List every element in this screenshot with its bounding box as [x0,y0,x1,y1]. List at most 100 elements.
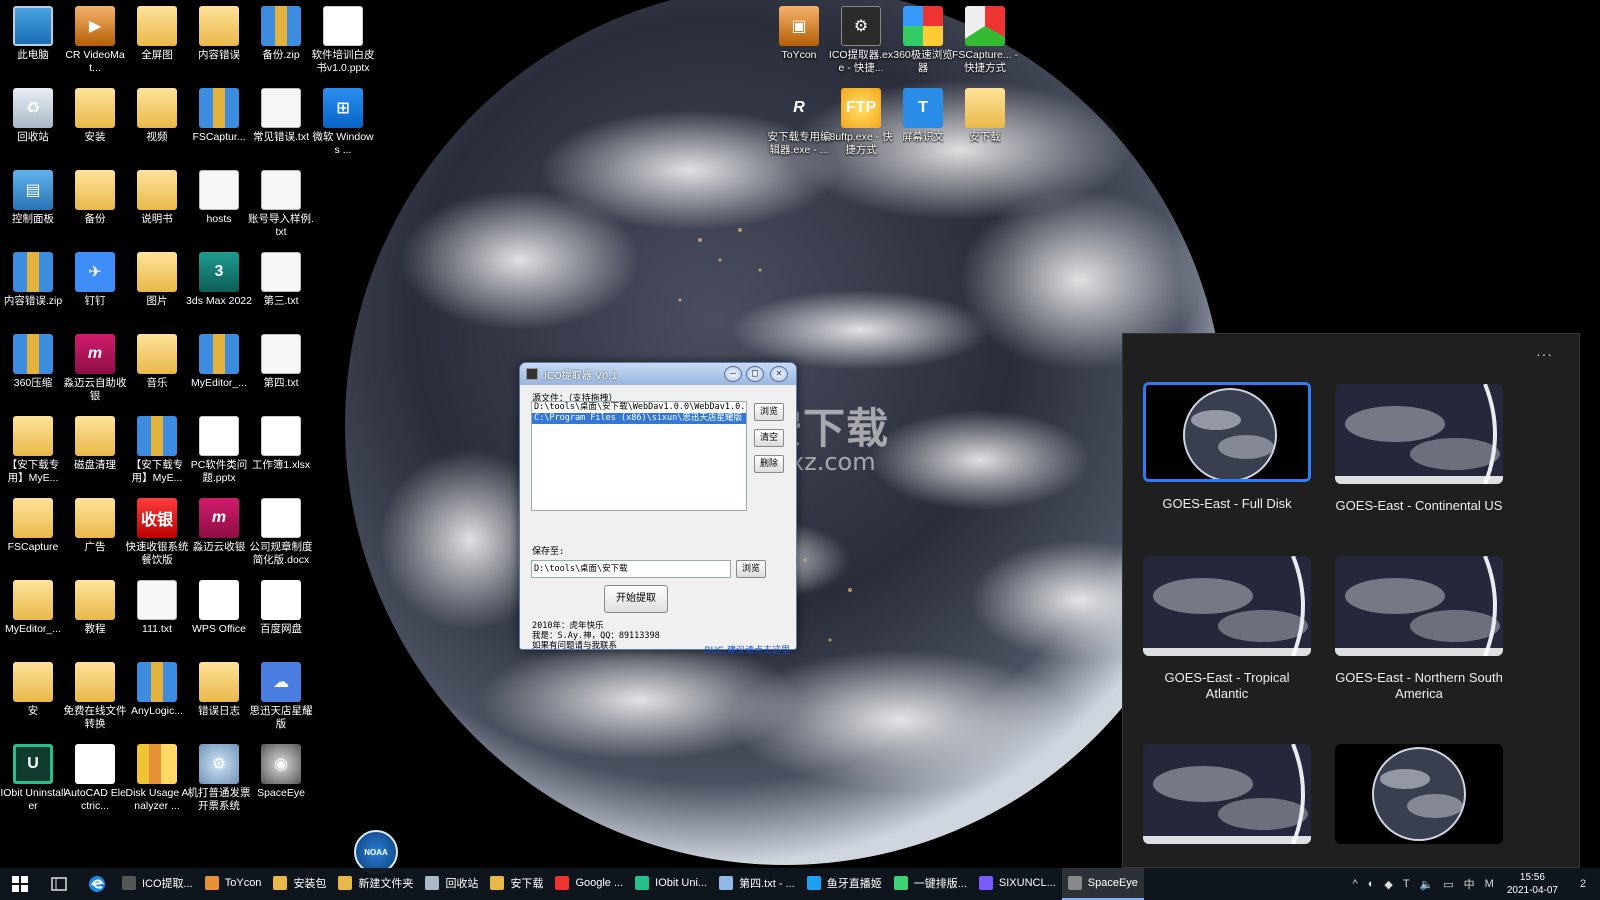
minimize-button[interactable]: – [724,366,742,382]
desktop-icon[interactable]: 常见错误.txt [248,88,314,144]
maximize-button[interactable]: □ [746,366,764,382]
desktop-icon[interactable]: P 软件培训白皮书v1.0.pptx [310,6,376,75]
desktop-icon[interactable]: ♻ 回收站 [0,88,66,144]
more-options-icon[interactable]: ··· [1536,346,1553,362]
desktop-icon[interactable]: FSCaptur... [186,88,252,144]
desktop-icon[interactable]: 收银 快速收银系统餐饮版 [124,498,190,567]
browse-save-button[interactable]: 浏览 [736,560,766,578]
desktop-icon[interactable]: W WPS Office [186,580,252,636]
desktop-icon[interactable]: m 淼迈云收银 [186,498,252,554]
taskbar-app-button[interactable]: 鱼牙直播姬 [801,868,888,900]
notification-center-icon[interactable]: 2 [1566,868,1600,900]
taskbar-app-button[interactable]: ToYcon [199,868,268,900]
desktop-icon[interactable]: 账号导入样例.txt [248,170,314,239]
imagery-option-tile[interactable]: GOES-East - Continental US [1335,384,1503,514]
tray-icon[interactable]: M [1485,878,1494,890]
taskbar-app-button[interactable]: 安装包 [267,868,332,900]
desktop-icon[interactable]: 3 3ds Max 2022 [186,252,252,308]
close-button[interactable]: ✕ [770,366,788,382]
tray-icon[interactable]: 中 [1464,876,1475,892]
desktop-icon[interactable]: hosts [186,170,252,226]
desktop-icon[interactable]: ⊞ 微软 Windows ... [310,88,376,157]
desktop-icon[interactable]: m 淼迈云自助收银 [62,334,128,403]
desktop-icon[interactable]: 第四.txt [248,334,314,390]
desktop-icon[interactable]: MyEditor_... [0,580,66,636]
imagery-option-tile[interactable]: GOES-East - Tropical Atlantic [1143,556,1311,702]
source-file-item[interactable]: D:\tools\桌面\安下载\WebDav1.0.0\WebDav1.0.0 [532,402,746,413]
taskbar-app-button[interactable]: 回收站 [419,868,484,900]
desktop-icon[interactable]: P PC软件类问题.pptx [186,416,252,485]
tray-icon[interactable]: ▭ [1443,878,1453,891]
tray-icon[interactable]: ◐ [1368,878,1375,890]
desktop-icon[interactable]: ✈ 钉钉 [62,252,128,308]
desktop-icon[interactable]: 111.txt [124,580,190,636]
start-extract-button[interactable]: 开始提取 [604,585,668,613]
desktop-icon[interactable]: T 屏幕识文 [890,88,956,144]
desktop-icon[interactable]: 磁盘清理 [62,416,128,472]
desktop-icon[interactable]: 视频 [124,88,190,144]
desktop-icon[interactable]: 此电脑 [0,6,66,62]
taskbar-app-button[interactable]: 一键排版... [888,868,973,900]
taskbar-app-button[interactable]: 新建文件夹 [332,868,419,900]
desktop-icon[interactable]: Disk Usage Analyzer ... [124,744,190,813]
desktop-icon[interactable]: FTP 8uftp.exe - 快捷方式 [828,88,894,157]
save-path-input[interactable]: D:\tools\桌面\安下载 [531,560,731,578]
imagery-option-tile[interactable] [1143,744,1311,858]
desktop-icon[interactable]: 备份 [62,170,128,226]
desktop-icon[interactable]: 全屏图 [124,6,190,62]
desktop-icon[interactable]: 【安下载专用】MyE... [124,416,190,485]
desktop-icon[interactable]: ◉ SpaceEye [248,744,314,800]
desktop-icon[interactable]: FSCapture... - 快捷方式 [952,6,1018,75]
desktop-icon[interactable]: S 工作簿1.xlsx [248,416,314,472]
desktop-icon[interactable]: ▣ ToYcon [766,6,832,62]
desktop-icon[interactable]: ☁ 思迅天店星耀版 [248,662,314,731]
desktop-icon[interactable]: 安 [0,662,66,718]
delete-button[interactable]: 删除 [754,455,784,473]
start-button[interactable] [0,868,40,900]
desktop-icon[interactable]: 第三.txt [248,252,314,308]
imagery-option-tile[interactable] [1335,744,1503,858]
desktop-icon[interactable]: ∞ 百度网盘 [248,580,314,636]
desktop-icon[interactable]: 免费在线文件转换 [62,662,128,731]
desktop-icon[interactable]: U IObit Uninstaller [0,744,66,813]
desktop-icon[interactable]: W 公司规章制度简化版.docx [248,498,314,567]
tray-icon[interactable]: T [1403,878,1410,890]
clear-button[interactable]: 清空 [754,429,784,447]
desktop-icon[interactable]: 广告 [62,498,128,554]
desktop-icon[interactable]: ▤ 控制面板 [0,170,66,226]
desktop-icon[interactable]: 安下载 [952,88,1018,144]
desktop-icon[interactable]: 教程 [62,580,128,636]
source-file-item-selected[interactable]: C:\Program Files (x86)\sixun\思迅天店星耀版 [532,413,746,424]
tray-icon[interactable]: 🔈 [1420,878,1434,891]
desktop-icon[interactable]: 错误日志 [186,662,252,718]
desktop-icon[interactable]: 【安下载专用】MyE... [0,416,66,485]
desktop-icon[interactable]: ▶ CR VideoMat... [62,6,128,75]
taskbar-app-button[interactable]: Google ... [549,868,629,900]
desktop-icon[interactable]: 安装 [62,88,128,144]
taskbar-app-button[interactable]: 第四.txt - ... [713,868,801,900]
desktop-icon[interactable]: MyEditor_... [186,334,252,390]
clock[interactable]: 15:56 2021-04-07 [1507,871,1558,897]
tray-icon[interactable]: ◆ [1384,878,1392,891]
desktop-icon[interactable]: 内容错误 [186,6,252,62]
taskbar-app-button[interactable]: ICO提取... [116,868,199,900]
desktop-icon[interactable]: ⚙ 机打普通发票开票系统 [186,744,252,813]
taskbar-app-button[interactable]: 安下载 [484,868,549,900]
desktop-icon[interactable]: 说明书 [124,170,190,226]
task-view-icon[interactable] [40,868,78,900]
desktop-icon[interactable]: AnyLogic... [124,662,190,718]
bug-report-link[interactable]: BUG,建议请点击这里 [704,643,790,656]
taskbar-app-button[interactable]: SIXUNCL... [973,868,1062,900]
desktop-icon[interactable]: A AutoCAD Electric... [62,744,128,813]
desktop-icon[interactable]: 图片 [124,252,190,308]
taskbar-app-button[interactable]: SpaceEye [1061,868,1144,900]
tray-icon[interactable]: ^ [1353,878,1358,890]
desktop-icon[interactable]: 音乐 [124,334,190,390]
desktop-icon[interactable]: 备份.zip [248,6,314,62]
desktop-icon[interactable]: FSCapture [0,498,66,554]
browse-source-button[interactable]: 浏览 [754,403,784,421]
imagery-option-tile[interactable]: GOES-East - Full Disk [1143,382,1311,512]
desktop-icon[interactable]: ⚙ ICO提取器.exe - 快捷... [828,6,894,75]
edge-browser-icon[interactable] [78,868,116,900]
desktop-icon[interactable]: 360压缩 [0,334,66,390]
